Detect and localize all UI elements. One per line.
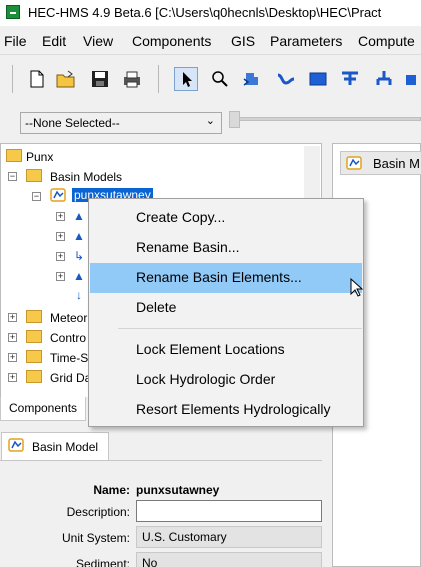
menu-item-lock-element-locations[interactable]: Lock Element Locations [90, 335, 362, 365]
chevron-down-icon: ⌄ [205, 115, 215, 127]
toolbar-separator [158, 65, 159, 93]
title-bar: HEC-HMS 4.9 Beta.6 [C:\Users\q0hecnls\De… [0, 0, 421, 26]
tree-node-project[interactable]: Punx [26, 150, 53, 164]
reach-node-icon: ↳ [73, 249, 85, 263]
sink-tool-icon[interactable] [404, 67, 421, 91]
menu-item-rename-basin-elements[interactable]: Rename Basin Elements... [90, 263, 362, 293]
folder-icon [6, 149, 22, 162]
subbasin-node-icon: ▲ [73, 209, 85, 223]
folder-icon [26, 330, 42, 343]
junction-node-icon: ↓ [76, 288, 82, 302]
basin-model-icon [346, 156, 362, 170]
menu-components[interactable]: Components [132, 33, 211, 49]
tree-node-basin-models[interactable]: Basin Models [50, 170, 122, 184]
menu-compute[interactable]: Compute [358, 33, 415, 49]
menu-edit[interactable]: Edit [42, 33, 66, 49]
expand-icon[interactable]: + [8, 333, 17, 342]
open-folder-icon[interactable] [54, 67, 78, 91]
expand-icon[interactable]: + [8, 353, 17, 362]
menu-file[interactable]: File [4, 33, 27, 49]
tree-node-meteorologic-models[interactable]: Meteor [50, 311, 87, 325]
name-value: punxsutawney [136, 483, 220, 497]
unit-system-select[interactable]: U.S. Customary [136, 526, 322, 548]
window-title: HEC-HMS 4.9 Beta.6 [C:\Users\q0hecnls\De… [28, 5, 382, 20]
new-file-icon[interactable] [24, 67, 48, 91]
expand-icon[interactable]: + [56, 252, 65, 261]
mouse-pointer-icon [350, 277, 364, 298]
expand-icon[interactable]: + [8, 313, 17, 322]
expand-icon[interactable]: + [56, 232, 65, 241]
name-label: Name: [93, 483, 130, 497]
collapse-icon[interactable]: − [32, 192, 41, 201]
toolbar [0, 54, 421, 102]
basin-model-icon [50, 188, 66, 202]
basin-model-icon [8, 438, 24, 452]
sediment-label: Sediment: [75, 557, 130, 567]
context-menu: Create Copy... Rename Basin... Rename Ba… [88, 198, 364, 427]
folder-icon [26, 370, 42, 383]
menu-parameters[interactable]: Parameters [270, 33, 342, 49]
menu-view[interactable]: View [83, 33, 113, 49]
menu-item-resort-elements-hydrologically[interactable]: Resort Elements Hydrologically [90, 395, 362, 425]
basin-model-selector[interactable]: --None Selected-- ⌄ [20, 112, 222, 134]
time-slider-thumb[interactable] [229, 111, 240, 128]
reservoir-tool-icon[interactable] [306, 67, 330, 91]
save-icon[interactable] [88, 67, 112, 91]
subbasin-node-icon: ▲ [73, 269, 85, 283]
menu-item-lock-hydrologic-order[interactable]: Lock Hydrologic Order [90, 365, 362, 395]
menu-gis[interactable]: GIS [231, 33, 255, 49]
print-icon[interactable] [120, 67, 144, 91]
collapse-icon[interactable]: − [8, 172, 17, 181]
subbasin-tool-icon[interactable] [240, 67, 264, 91]
menu-item-create-copy[interactable]: Create Copy... [90, 203, 362, 233]
tree-node-time-series-data[interactable]: Time-S [50, 351, 88, 365]
menu-separator [118, 328, 362, 329]
toolbar-grip [12, 65, 13, 93]
folder-icon [26, 169, 42, 182]
description-label: Description: [66, 505, 130, 519]
expand-icon[interactable]: + [56, 272, 65, 281]
zoom-icon[interactable] [208, 67, 232, 91]
app-icon [6, 5, 20, 19]
basin-selector-value: --None Selected-- [25, 116, 120, 130]
description-field[interactable] [136, 500, 322, 522]
arrow-select-icon[interactable] [174, 67, 198, 91]
tree-node-grid-data[interactable]: Grid Da [50, 371, 91, 385]
expand-icon[interactable]: + [8, 373, 17, 382]
junction-tool-icon[interactable] [338, 67, 362, 91]
subbasin-node-icon: ▲ [73, 229, 85, 243]
folder-icon [26, 350, 42, 363]
expand-icon[interactable]: + [56, 212, 65, 221]
tree-node-control-specifications[interactable]: Contro [50, 331, 86, 345]
menu-item-rename-basin[interactable]: Rename Basin... [90, 233, 362, 263]
unit-system-label: Unit System: [61, 531, 130, 545]
folder-icon [26, 310, 42, 323]
tab-components[interactable]: Components [0, 397, 86, 421]
reach-tool-icon[interactable] [274, 67, 298, 91]
diversion-tool-icon[interactable] [372, 67, 396, 91]
time-slider-track[interactable] [230, 117, 421, 121]
menu-item-delete[interactable]: Delete [90, 293, 362, 323]
menu-bar: File Edit View Components GIS Parameters… [0, 26, 421, 54]
sediment-select[interactable]: No [136, 552, 322, 567]
